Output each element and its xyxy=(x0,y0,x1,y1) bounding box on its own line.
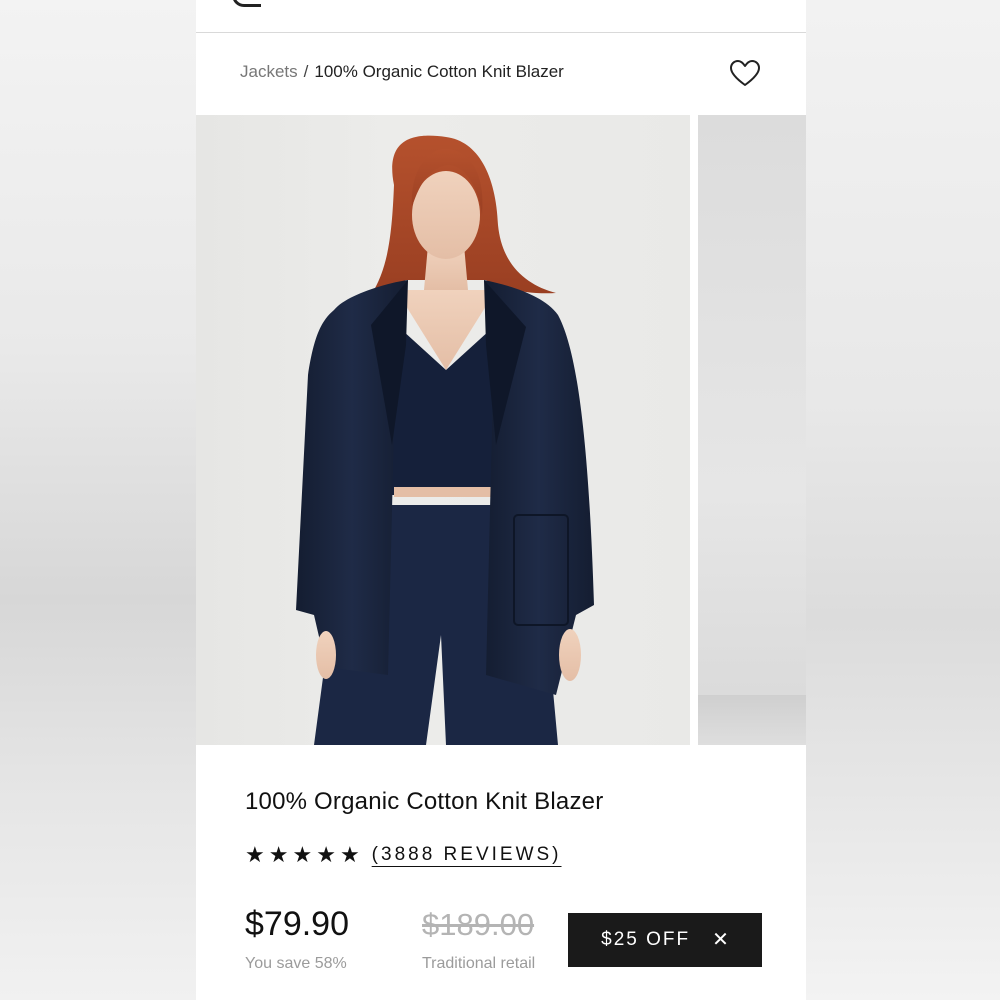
star-icon: ★ xyxy=(316,842,336,867)
studio-floor xyxy=(698,695,806,745)
backdrop-right xyxy=(806,0,1000,1000)
product-title: 100% Organic Cotton Knit Blazer xyxy=(245,788,604,815)
promo-banner[interactable]: $25 OFF ✕ xyxy=(568,913,762,967)
breadcrumb-separator: / xyxy=(303,62,309,81)
product-rating: ★ ★ ★ ★ ★ (3888 REVIEWS) xyxy=(245,840,562,870)
savings-text: You save 58% xyxy=(245,955,347,972)
retail-price: $189.00 xyxy=(422,907,535,942)
retail-label: Traditional retail xyxy=(422,955,536,972)
product-page: Jackets / 100% Organic Cotton Knit Blazer xyxy=(196,0,806,1000)
product-image-carousel[interactable] xyxy=(196,115,806,745)
backdrop-left xyxy=(0,0,196,1000)
product-image-next[interactable] xyxy=(698,115,806,745)
star-icon: ★ xyxy=(268,842,289,867)
sale-price: $79.90 xyxy=(245,905,349,943)
star-icon: ★ xyxy=(245,842,265,867)
breadcrumb: Jackets / 100% Organic Cotton Knit Blazer xyxy=(240,62,564,82)
star-icon: ★ xyxy=(292,842,313,867)
brand-logo[interactable] xyxy=(232,0,261,7)
reviews-link[interactable]: (3888 REVIEWS) xyxy=(372,844,562,866)
heart-icon[interactable] xyxy=(730,60,760,88)
product-image-main[interactable] xyxy=(196,115,690,745)
star-icon: ★ xyxy=(339,842,360,867)
close-icon[interactable]: ✕ xyxy=(712,930,729,950)
star-rating: ★ ★ ★ ★ ★ xyxy=(245,844,360,866)
reviews-count[interactable]: (3888 REVIEWS) xyxy=(372,844,562,865)
top-nav-bar xyxy=(196,0,806,33)
breadcrumb-link-jackets[interactable]: Jackets xyxy=(240,62,298,81)
promo-label: $25 OFF xyxy=(601,929,691,950)
breadcrumb-current: 100% Organic Cotton Knit Blazer xyxy=(314,62,564,81)
